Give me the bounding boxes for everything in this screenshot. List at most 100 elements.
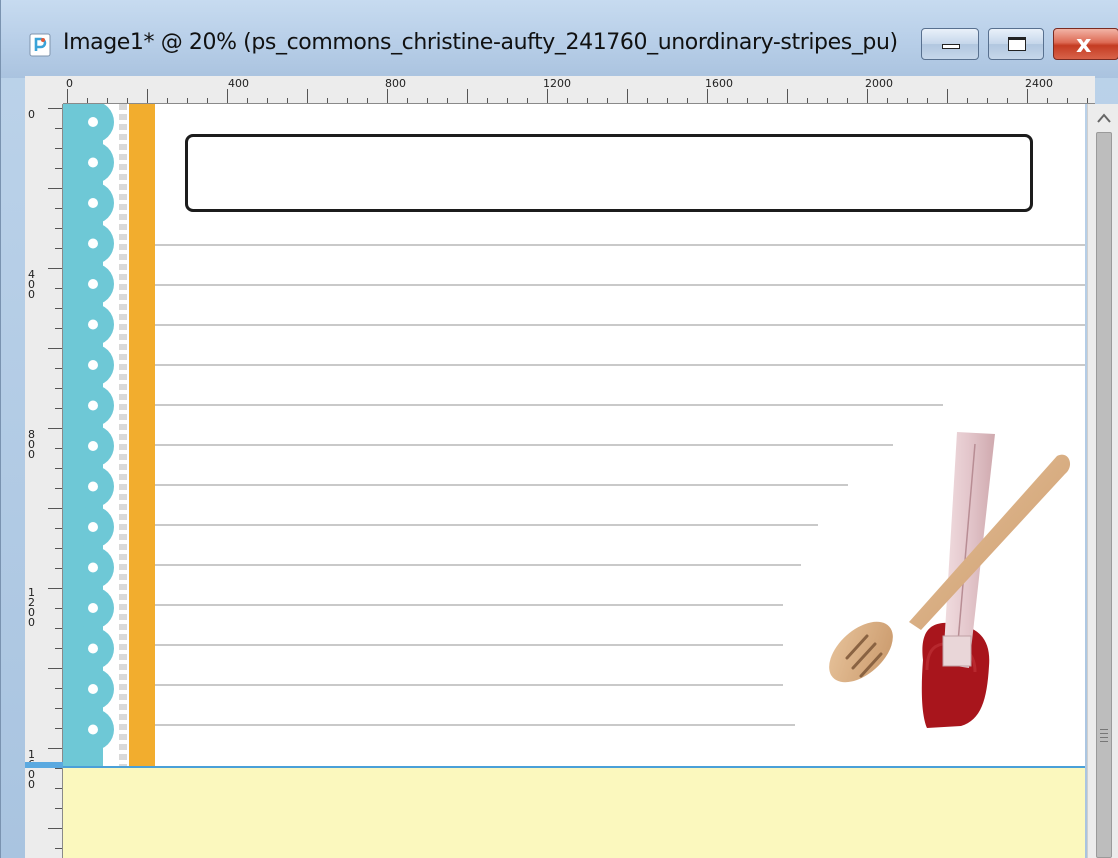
scallop-dot [88, 117, 98, 127]
ruler-tick [167, 98, 168, 103]
ruler-tick [48, 268, 62, 269]
image-canvas[interactable] [63, 104, 1085, 766]
ruler-tick [807, 98, 808, 103]
vertical-scrollbar[interactable] [1087, 104, 1118, 858]
ruler-corner [25, 76, 63, 104]
vertical-ruler[interactable]: 0 400 800 1200 1600 [25, 104, 63, 858]
guide-marker[interactable] [25, 762, 63, 768]
ruler-h-label: 2400 [1025, 77, 1053, 90]
ruler-tick [1007, 98, 1008, 103]
scallop-dot [88, 684, 98, 694]
ruler-tick [747, 98, 748, 103]
ruler-tick [467, 89, 468, 103]
ruler-h-label: 1600 [705, 77, 733, 90]
ruler-tick [55, 768, 62, 769]
ruler-tick [48, 428, 62, 429]
ruler-tick [107, 98, 108, 103]
ruler-v-label: 800 [28, 428, 35, 461]
ruler-tick [307, 89, 308, 103]
writing-line [155, 604, 783, 606]
scallop-dot [88, 279, 98, 289]
ruler-tick [927, 98, 928, 103]
ruler-tick [707, 89, 708, 103]
close-button[interactable]: x [1053, 28, 1118, 60]
ruler-tick [387, 89, 388, 103]
writing-line [155, 644, 783, 646]
window-title: Image1* @ 20% (ps_commons_christine-auft… [63, 30, 898, 55]
ruler-tick [55, 488, 62, 489]
ruler-tick [48, 108, 62, 109]
ruler-tick [55, 368, 62, 369]
ruler-tick [55, 708, 62, 709]
wooden-spoon-and-spatula-icon [829, 432, 1071, 728]
title-bar[interactable]: Image1* @ 20% (ps_commons_christine-auft… [1, 0, 1118, 78]
ruler-tick [287, 98, 288, 103]
writing-line [155, 244, 1085, 246]
close-icon: x [1076, 30, 1092, 58]
ruler-tick [907, 98, 908, 103]
ruler-tick [1027, 89, 1028, 103]
ruler-tick [367, 98, 368, 103]
ruler-tick [507, 98, 508, 103]
ruler-tick [687, 98, 688, 103]
ruler-tick [55, 328, 62, 329]
ruler-tick [55, 728, 62, 729]
ruler-tick [407, 98, 408, 103]
scallop-dot [88, 441, 98, 451]
writing-line [155, 364, 1085, 366]
ruler-tick [767, 98, 768, 103]
ruler-tick [147, 89, 148, 103]
scallop-dot [88, 319, 98, 330]
scallop-dot [88, 481, 98, 492]
ruler-v-label: 1200 [28, 586, 35, 629]
ruler-tick [787, 89, 788, 103]
ruler-tick [547, 89, 548, 103]
writing-line [155, 484, 848, 486]
ruler-tick [967, 98, 968, 103]
ruler-tick [55, 308, 62, 309]
ruler-tick [1087, 98, 1088, 103]
scrollbar-thumb[interactable] [1096, 132, 1112, 858]
writing-line [155, 404, 943, 406]
ruler-v-label: 1600 [28, 748, 35, 791]
ruler-tick [55, 648, 62, 649]
ruler-tick [607, 98, 608, 103]
writing-line [155, 284, 1085, 286]
writing-line [155, 684, 783, 686]
ruler-tick [55, 168, 62, 169]
ruler-tick [48, 508, 62, 509]
scroll-up-arrow-icon[interactable] [1096, 112, 1112, 124]
ruler-tick [87, 98, 88, 103]
minimize-button[interactable] [921, 28, 979, 60]
ruler-tick [55, 548, 62, 549]
orange-stripe [129, 104, 155, 766]
ruler-tick [727, 98, 728, 103]
ruler-tick [48, 828, 62, 829]
scallop-dot [88, 643, 98, 654]
ruler-tick [667, 98, 668, 103]
horizontal-ruler[interactable]: 0 400 800 1200 1600 2000 2400 [63, 76, 1095, 104]
ruler-tick [327, 98, 328, 103]
ruler-tick [1067, 98, 1068, 103]
thumb-grip [1100, 729, 1108, 730]
title-box[interactable] [185, 134, 1033, 212]
scalloped-border [63, 104, 114, 766]
ruler-tick [55, 608, 62, 609]
thumb-grip [1100, 737, 1108, 738]
ruler-tick [207, 98, 208, 103]
writing-line [155, 444, 893, 446]
ruler-h-label: 400 [228, 77, 249, 90]
ruler-tick [55, 388, 62, 389]
scallop-dot [88, 157, 98, 168]
ruler-tick [227, 89, 228, 103]
ruler-tick [55, 128, 62, 129]
writing-line [155, 724, 795, 726]
ruler-tick [55, 408, 62, 409]
ruler-tick [67, 89, 68, 103]
paint-shop-pro-icon [29, 33, 51, 57]
maximize-button[interactable] [988, 28, 1044, 60]
ruler-tick [267, 98, 268, 103]
ruler-tick [627, 89, 628, 103]
ruler-tick [427, 98, 428, 103]
ruler-tick [527, 98, 528, 103]
